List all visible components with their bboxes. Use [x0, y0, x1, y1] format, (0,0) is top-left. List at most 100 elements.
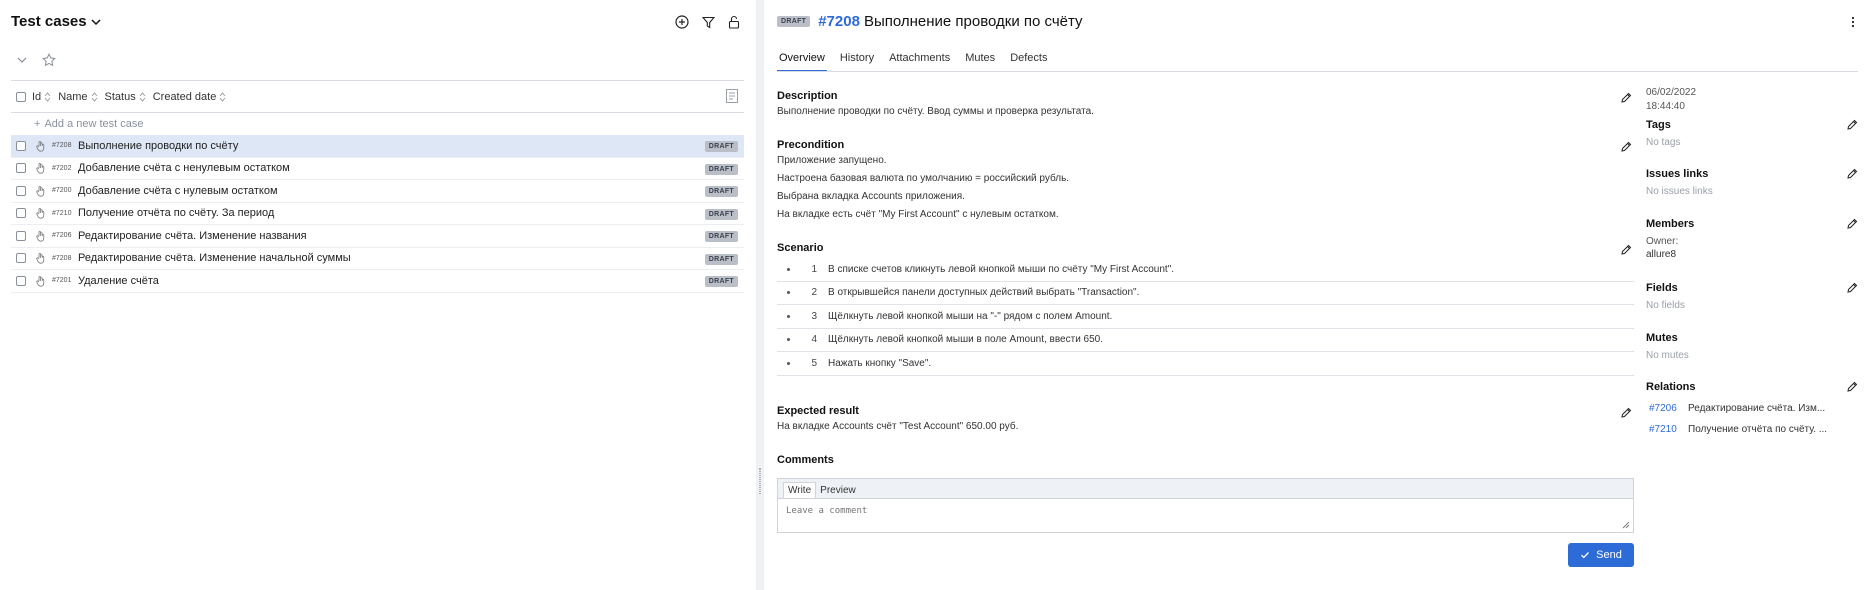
row-id: #7202 — [52, 164, 72, 172]
bullet-icon — [787, 338, 790, 342]
select-all-checkbox[interactable] — [16, 92, 26, 102]
list-item[interactable]: #7201 Удаление счёта DRAFT — [11, 270, 744, 293]
column-name[interactable]: Name — [58, 91, 97, 103]
edit-pencil-icon[interactable] — [1846, 218, 1858, 230]
expected-result-text: На вкладке Accounts счёт "Test Account" … — [777, 421, 1019, 432]
tags-section: Tags No tags — [1646, 119, 1858, 148]
panel-title: Test cases — [11, 13, 87, 30]
precondition-section: Precondition Приложение запущено. Настро… — [777, 139, 1634, 224]
relations-label: Relations — [1646, 381, 1696, 393]
relation-id-link[interactable]: #7210 — [1646, 424, 1688, 435]
members-label: Members — [1646, 218, 1695, 230]
status-badge: DRAFT — [704, 141, 738, 152]
unlock-icon[interactable] — [726, 14, 742, 30]
status-badge: DRAFT — [704, 163, 738, 175]
test-cases-title-dropdown[interactable]: Test cases — [11, 13, 102, 30]
hand-icon — [36, 208, 45, 219]
drag-handle[interactable] — [759, 468, 761, 494]
precondition-line: На вкладке есть счёт "My First Account" … — [777, 209, 1059, 220]
created-time: 18:44:40 — [1646, 101, 1685, 112]
test-case-id: #7208 — [818, 13, 860, 30]
tab-overview[interactable]: Overview — [777, 50, 827, 72]
panel-splitter[interactable] — [756, 0, 764, 590]
row-checkbox[interactable] — [16, 253, 26, 264]
status-badge: DRAFT — [777, 16, 811, 27]
edit-pencil-icon[interactable] — [1620, 407, 1632, 419]
list-item[interactable]: #7208 Редактирование счёта. Изменение на… — [11, 248, 744, 270]
test-case-detail: DRAFT #7208 Выполнение проводки по счёту… — [764, 0, 1871, 590]
relations-section: Relations #7206 Редактирование счёта. Из… — [1646, 381, 1858, 435]
more-vertical-icon[interactable] — [1850, 16, 1856, 28]
filter-icon[interactable] — [700, 14, 716, 30]
collapse-chevron-icon[interactable] — [16, 54, 28, 66]
list-item[interactable]: #7202 Добавление счёта с ненулевым остат… — [11, 158, 744, 180]
comment-tabs: Write Preview — [778, 479, 1633, 498]
list-item[interactable]: #7210 Получение отчёта по счёту. За пери… — [11, 203, 744, 225]
edit-pencil-icon[interactable] — [1620, 244, 1632, 256]
list-item[interactable]: #7200 Добавление счёта с нулевым остатко… — [11, 180, 744, 203]
members-section: Members Owner: allure8 — [1646, 218, 1858, 260]
expected-result-title: Expected result — [777, 405, 859, 417]
row-checkbox[interactable] — [16, 185, 26, 196]
description-section: Description Выполнение проводки по счёту… — [777, 90, 1634, 121]
tab-attachments[interactable]: Attachments — [887, 50, 952, 72]
list-item[interactable]: #7206 Редактирование счёта. Изменение на… — [11, 225, 744, 248]
tab-defects[interactable]: Defects — [1008, 50, 1049, 72]
relation-item[interactable]: #7206 Редактирование счёта. Изм... — [1646, 403, 1858, 414]
row-id: #7200 — [52, 187, 72, 195]
step-text: В открывшейся панели доступных действий … — [828, 287, 1140, 299]
tab-write[interactable]: Write — [783, 482, 817, 498]
tab-history[interactable]: History — [838, 50, 876, 72]
plus-icon: + — [34, 118, 41, 130]
hand-icon — [36, 140, 45, 152]
add-test-case-link[interactable]: + Add a new test case — [34, 118, 144, 130]
row-id: #7208 — [52, 254, 72, 262]
list-item[interactable]: #7208 Выполнение проводки по счёту DRAFT — [11, 135, 744, 158]
comment-input[interactable] — [778, 499, 1633, 532]
column-status[interactable]: Status — [105, 91, 146, 103]
relation-id-link[interactable]: #7206 — [1646, 403, 1688, 414]
detail-tabs: Overview History Attachments Mutes Defec… — [777, 50, 1049, 72]
edit-pencil-icon[interactable] — [1620, 141, 1632, 153]
check-icon — [1581, 552, 1590, 559]
row-checkbox[interactable] — [16, 163, 26, 174]
status-badge: DRAFT — [704, 276, 738, 287]
row-checkbox[interactable] — [16, 230, 26, 241]
hand-icon — [36, 163, 45, 174]
edit-pencil-icon[interactable] — [1846, 282, 1858, 294]
tags-value: No tags — [1646, 137, 1681, 148]
row-checkbox[interactable] — [16, 275, 26, 286]
edit-pencil-icon[interactable] — [1620, 92, 1632, 104]
tab-preview[interactable]: Preview — [816, 483, 860, 498]
column-id[interactable]: Id — [32, 91, 51, 103]
scenario-section: Scenario 1 В списке счетов кликнуть левой… — [777, 242, 1634, 376]
edit-pencil-icon[interactable] — [1846, 381, 1858, 393]
row-checkbox[interactable] — [16, 208, 26, 219]
bullet-icon — [787, 291, 790, 295]
row-name: Редактирование счёта. Изменение названия — [78, 229, 307, 242]
relation-name: Получение отчёта по счёту. ... — [1688, 424, 1828, 435]
row-name: Удаление счёта — [78, 274, 159, 287]
edit-pencil-icon[interactable] — [1846, 119, 1858, 131]
tab-mutes[interactable]: Mutes — [963, 50, 997, 72]
row-id: #7210 — [52, 209, 72, 217]
precondition-line: Выбрана вкладка Accounts приложения. — [777, 191, 965, 202]
issues-links-section: Issues links No issues links — [1646, 168, 1858, 197]
relation-item[interactable]: #7210 Получение отчёта по счёту. ... — [1646, 424, 1858, 435]
star-icon[interactable] — [42, 53, 56, 67]
edit-pencil-icon[interactable] — [1846, 168, 1858, 180]
mutes-label: Mutes — [1646, 332, 1678, 344]
resize-handle-icon[interactable] — [1622, 521, 1630, 529]
detail-header: DRAFT #7208 Выполнение проводки по счёту — [777, 13, 1083, 30]
column-created-date[interactable]: Created date — [153, 91, 227, 103]
test-case-list: #7208 Выполнение проводки по счёту DRAFT… — [11, 135, 744, 293]
add-circle-icon[interactable] — [674, 14, 690, 30]
sort-icon — [139, 92, 146, 102]
page-title: Выполнение проводки по счёту — [863, 13, 1083, 30]
bullet-icon — [787, 267, 790, 271]
row-checkbox[interactable] — [16, 140, 26, 151]
export-document-icon[interactable] — [725, 88, 739, 104]
step-number: 4 — [811, 334, 817, 346]
send-button[interactable]: Send — [1568, 543, 1634, 567]
row-name: Добавление счёта с нулевым остатком — [78, 184, 278, 197]
